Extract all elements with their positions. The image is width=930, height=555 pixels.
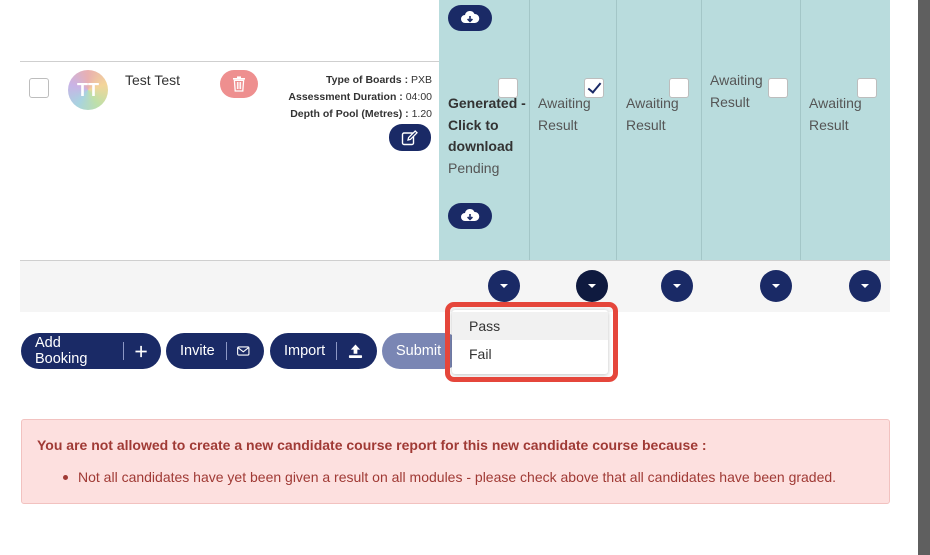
add-booking-button[interactable]: Add Booking (21, 333, 161, 369)
submit-label: Submit (396, 343, 442, 359)
module-1-status: Pending (448, 160, 500, 176)
upload-icon (348, 344, 363, 359)
plus-icon (135, 345, 147, 357)
table-row-previous (20, 0, 890, 62)
cloud-download-icon (461, 208, 480, 221)
module-4-result-dropdown[interactable] (760, 270, 792, 302)
invite-button[interactable]: Invite (166, 333, 264, 369)
detail-value: PXB (410, 74, 432, 86)
avatar: TT (68, 70, 108, 110)
detail-label: Assessment Duration : (288, 91, 403, 103)
edit-icon (401, 129, 418, 145)
delete-candidate-button[interactable] (220, 70, 258, 98)
module-5-result-dropdown[interactable] (849, 270, 881, 302)
error-alert: You are not allowed to create a new cand… (21, 419, 890, 504)
add-booking-label: Add Booking (35, 335, 88, 367)
module-2-result-dropdown[interactable] (576, 270, 608, 302)
detail-label: Type of Boards : (326, 74, 409, 86)
edit-candidate-button[interactable] (389, 124, 431, 151)
module-3-result-dropdown[interactable] (661, 270, 693, 302)
avatar-initials: TT (77, 79, 99, 100)
alert-item: Not all candidates have yet been given a… (78, 469, 837, 485)
import-label: Import (284, 343, 326, 359)
page-scrollbar[interactable] (918, 0, 930, 555)
module-1-result-dropdown[interactable] (488, 270, 520, 302)
results-table: TT Test Test Type of Boards : PXB Assess… (20, 0, 890, 312)
download-report-button[interactable] (448, 203, 492, 229)
module-4-status: Awaiting Result (710, 72, 763, 110)
highlight-annotation (445, 302, 618, 382)
module-1-status-link[interactable]: Generated - Click to download (448, 93, 528, 158)
trash-icon (233, 76, 245, 92)
table-row: TT Test Test Type of Boards : PXB Assess… (20, 62, 890, 261)
download-report-button-previous[interactable] (448, 5, 492, 31)
candidate-details: Type of Boards : PXB Assessment Duration… (288, 72, 432, 123)
alert-title: You are not allowed to create a new cand… (37, 437, 707, 453)
detail-value: 04:00 (405, 91, 432, 103)
module-2-status: Awaiting Result (538, 95, 591, 133)
import-button[interactable]: Import (270, 333, 377, 369)
candidate-name: Test Test (125, 72, 180, 88)
detail-label: Depth of Pool (Metres) : (290, 108, 409, 120)
module-5-status: Awaiting Result (809, 95, 862, 133)
envelope-icon (237, 346, 250, 356)
select-row-checkbox[interactable] (29, 78, 49, 98)
invite-label: Invite (180, 343, 215, 359)
module-3-status: Awaiting Result (626, 95, 679, 133)
bullet-icon (63, 475, 68, 480)
detail-value: 1.20 (411, 108, 432, 120)
cloud-download-icon (461, 10, 480, 23)
